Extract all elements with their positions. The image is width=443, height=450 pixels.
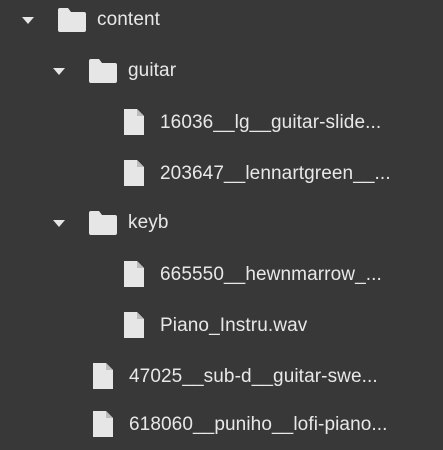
tree-file-item[interactable]: Piano_Instru.wav <box>0 305 443 345</box>
file-icon <box>122 158 146 186</box>
file-icon <box>91 361 115 389</box>
chevron-down-icon[interactable] <box>51 215 67 231</box>
file-icon <box>122 310 146 338</box>
tree-file-label: 47025__sub-d__guitar-swe... <box>129 366 378 387</box>
tree-file-label: 16036__lg__guitar-slide... <box>160 112 382 133</box>
file-icon <box>122 259 146 287</box>
tree-file-label: 618060__puniho__lofi-piano... <box>129 414 388 435</box>
file-icon <box>122 107 146 135</box>
chevron-down-icon[interactable] <box>20 12 36 28</box>
file-icon <box>91 409 115 437</box>
tree-folder-label: keyb <box>128 212 169 233</box>
tree-file-label: 665550__hewnmarrow_... <box>160 264 382 285</box>
tree-file-item[interactable]: 47025__sub-d__guitar-swe... <box>0 356 443 396</box>
tree-file-item[interactable]: 16036__lg__guitar-slide... <box>0 102 443 142</box>
file-tree: content guitar 16036__lg__guitar-slide..… <box>0 0 443 450</box>
tree-file-item[interactable]: 618060__puniho__lofi-piano... <box>0 404 443 444</box>
folder-icon <box>56 6 86 34</box>
folder-icon <box>87 57 117 85</box>
tree-file-item[interactable]: 665550__hewnmarrow_... <box>0 254 443 294</box>
tree-file-label: 203647__lennartgreen__... <box>160 163 391 184</box>
tree-folder-guitar[interactable]: guitar <box>0 51 443 91</box>
tree-folder-label: guitar <box>128 60 177 81</box>
tree-folder-label: content <box>97 9 161 30</box>
tree-file-item[interactable]: 203647__lennartgreen__... <box>0 153 443 193</box>
chevron-down-icon[interactable] <box>51 63 67 79</box>
tree-folder-content[interactable]: content <box>0 0 443 40</box>
tree-folder-keyb[interactable]: keyb <box>0 203 443 243</box>
folder-icon <box>87 209 117 237</box>
tree-file-label: Piano_Instru.wav <box>160 315 308 336</box>
